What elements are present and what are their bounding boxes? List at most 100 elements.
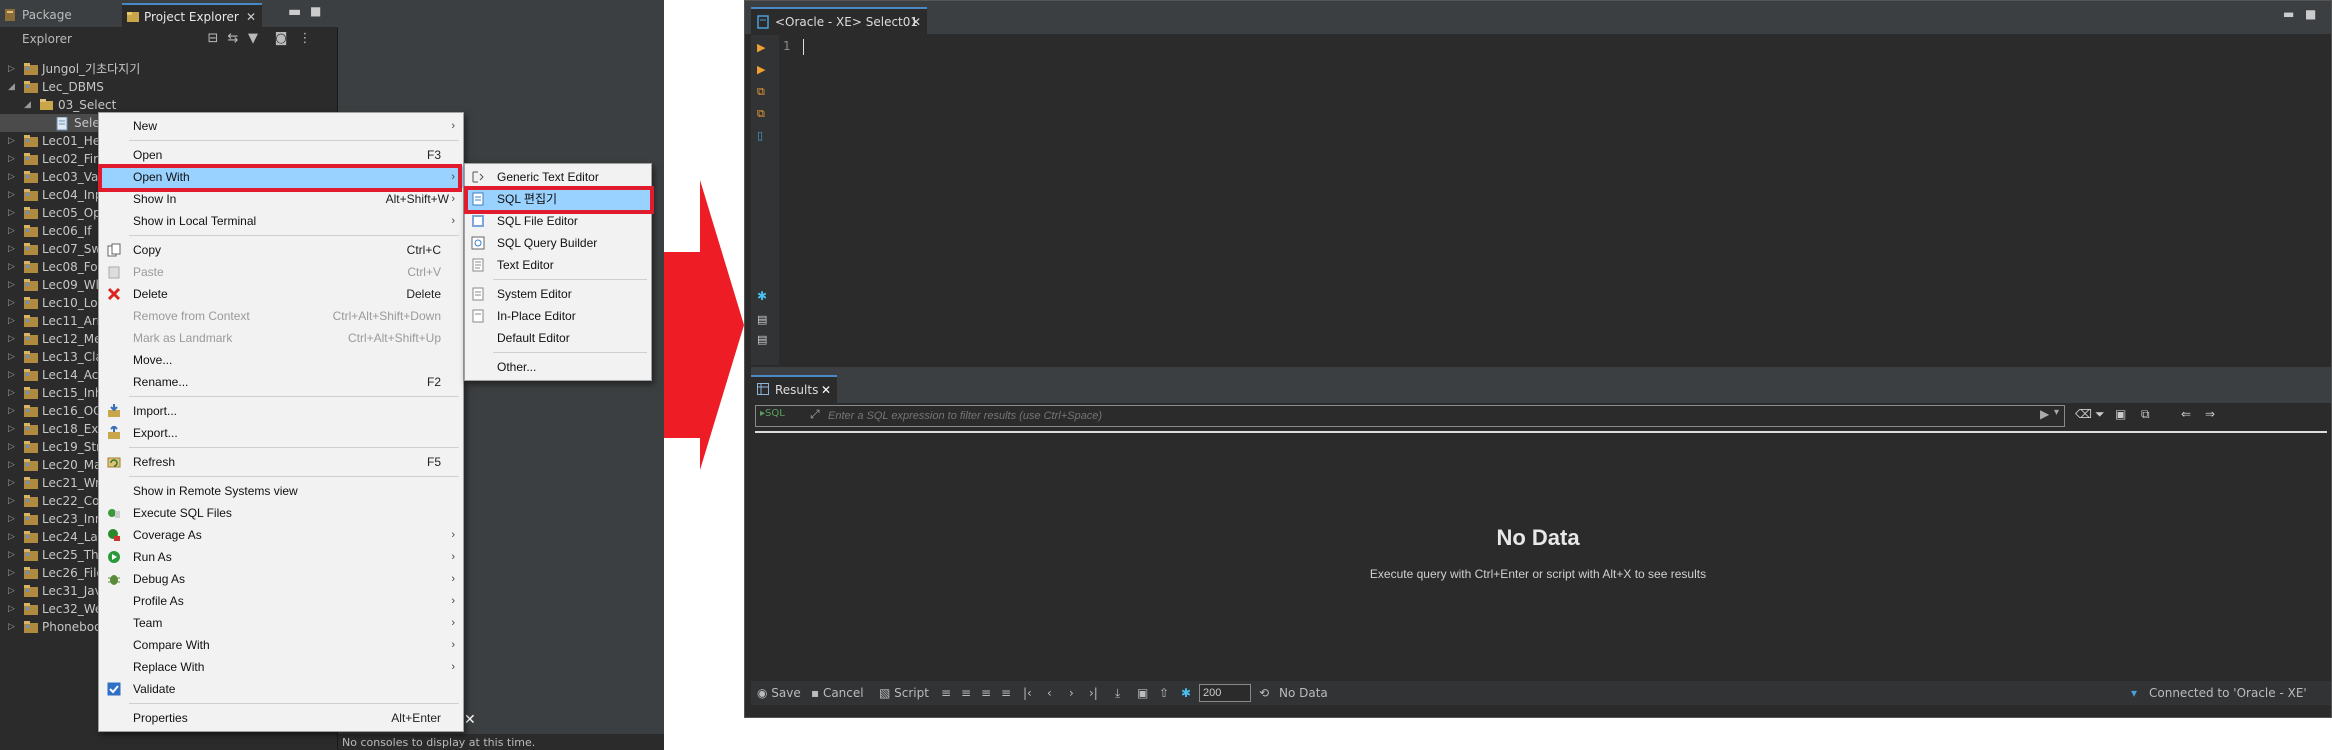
save-filter-icon[interactable]: ▣ xyxy=(2115,407,2126,421)
submenu-item-generic-0[interactable]: Generic Text Editor xyxy=(465,166,651,188)
collapsed-arrow-icon[interactable]: ▷ xyxy=(8,546,18,564)
collapsed-arrow-icon[interactable]: ▷ xyxy=(8,276,18,294)
menu-item-properties[interactable]: Properties Alt+Enter xyxy=(99,707,463,729)
collapsed-arrow-icon[interactable]: ▷ xyxy=(8,384,18,402)
submenu-item-text-4[interactable]: Text Editor xyxy=(465,254,651,276)
collapsed-arrow-icon[interactable]: ▷ xyxy=(8,312,18,330)
settings-icon[interactable]: ✱ xyxy=(1181,684,1191,702)
collapsed-arrow-icon[interactable]: ▷ xyxy=(8,60,18,78)
document-icon[interactable]: ▤ xyxy=(757,313,767,326)
collapsed-arrow-icon[interactable]: ▷ xyxy=(8,150,18,168)
collapsed-arrow-icon[interactable]: ▷ xyxy=(8,402,18,420)
submenu-item-builder-3[interactable]: SQL Query Builder xyxy=(465,232,651,254)
collapsed-arrow-icon[interactable]: ▷ xyxy=(8,420,18,438)
menu-item-delete[interactable]: Delete Delete xyxy=(99,283,463,305)
minimize-icon[interactable]: ▬ xyxy=(288,4,301,20)
tab-results[interactable]: Results ✕ xyxy=(751,375,837,403)
link-editor-icon[interactable]: ⇆ xyxy=(224,30,242,48)
close-icon[interactable]: ✕ xyxy=(464,712,476,728)
close-icon[interactable]: ✕ xyxy=(821,377,831,403)
minimize-icon[interactable]: ▬ xyxy=(2283,7,2294,21)
eraser-icon[interactable]: ⌫ xyxy=(2075,407,2092,421)
menu-item-team[interactable]: Team › xyxy=(99,612,463,634)
script-button[interactable]: ▧ Script xyxy=(879,684,929,702)
menu-item-export[interactable]: Export... xyxy=(99,422,463,444)
expanded-arrow-icon[interactable]: ◢ xyxy=(24,96,34,114)
settings-icon[interactable]: ✱ xyxy=(757,289,767,303)
menu-item-new[interactable]: New › xyxy=(99,115,463,137)
collapsed-arrow-icon[interactable]: ▷ xyxy=(8,600,18,618)
menu-item-open[interactable]: Open F3 xyxy=(99,144,463,166)
submenu-item-item-8[interactable]: Default Editor xyxy=(465,327,651,349)
tab-project-explorer[interactable]: Project Explorer ✕ xyxy=(122,3,262,27)
submenu-item-inplace-7[interactable]: In-Place Editor xyxy=(465,305,651,327)
fetch-size-input[interactable] xyxy=(1199,684,1251,702)
tree-item-project[interactable]: ◢ Lec_DBMS xyxy=(0,78,338,96)
copy-row-icon[interactable]: ≡ xyxy=(981,684,991,702)
filter-input[interactable] xyxy=(828,407,2028,425)
collapsed-arrow-icon[interactable]: ▷ xyxy=(8,222,18,240)
menu-item-coverage-as[interactable]: Coverage As › xyxy=(99,524,463,546)
menu-item-validate[interactable]: Validate xyxy=(99,678,463,700)
filter-icon[interactable]: ⏷ xyxy=(2095,407,2105,422)
menu-item-replace-with[interactable]: Replace With › xyxy=(99,656,463,678)
collapse-all-icon[interactable]: ⊟ xyxy=(204,30,222,48)
panels-icon[interactable]: ⧉ xyxy=(2141,407,2150,422)
collapsed-arrow-icon[interactable]: ▷ xyxy=(8,258,18,276)
edit-icon[interactable]: ≡ xyxy=(941,684,951,702)
cancel-button[interactable]: ▪ Cancel xyxy=(811,684,864,702)
collapsed-arrow-icon[interactable]: ▷ xyxy=(8,618,18,636)
menu-item-move[interactable]: Move... xyxy=(99,349,463,371)
menu-item-compare-with[interactable]: Compare With › xyxy=(99,634,463,656)
first-page-icon[interactable]: |‹ xyxy=(1023,684,1032,702)
menu-item-run-as[interactable]: Run As › xyxy=(99,546,463,568)
collapsed-arrow-icon[interactable]: ▷ xyxy=(8,168,18,186)
collapsed-arrow-icon[interactable]: ▷ xyxy=(8,348,18,366)
expanded-arrow-icon[interactable]: ◢ xyxy=(8,78,18,96)
collapsed-arrow-icon[interactable]: ▷ xyxy=(8,564,18,582)
last-page-icon[interactable]: ›| xyxy=(1089,684,1098,702)
maximize-icon[interactable]: ■ xyxy=(2305,7,2316,21)
filter-icon[interactable]: ▼ xyxy=(244,30,262,48)
view-menu-icon[interactable]: ⋮ xyxy=(296,30,314,48)
collapsed-arrow-icon[interactable]: ▷ xyxy=(8,474,18,492)
collapsed-arrow-icon[interactable]: ▷ xyxy=(8,438,18,456)
collapsed-arrow-icon[interactable]: ▷ xyxy=(8,204,18,222)
tab-select01[interactable]: <Oracle - XE> Select01 ✕ xyxy=(751,7,927,35)
menu-item-refresh[interactable]: Refresh F5 xyxy=(99,451,463,473)
collapsed-arrow-icon[interactable]: ▷ xyxy=(8,132,18,150)
menu-item-import[interactable]: Import... xyxy=(99,400,463,422)
explain-plan-icon[interactable]: ⧉ xyxy=(757,85,765,99)
apply-filter-icon[interactable]: ▶ xyxy=(2040,407,2049,421)
close-icon[interactable]: ✕ xyxy=(911,9,921,35)
menu-item-paste[interactable]: Paste Ctrl+V xyxy=(99,261,463,283)
add-row-icon[interactable]: ≡ xyxy=(961,684,971,702)
expand-icon[interactable]: ⤢ xyxy=(810,407,820,422)
collapsed-arrow-icon[interactable]: ▷ xyxy=(8,510,18,528)
menu-item-mark-as-landmark[interactable]: Mark as Landmark Ctrl+Alt+Shift+Up xyxy=(99,327,463,349)
collapsed-arrow-icon[interactable]: ▷ xyxy=(8,492,18,510)
execute-statement-icon[interactable]: ▶ xyxy=(757,41,765,54)
save-button[interactable]: ◉ Save xyxy=(757,684,801,702)
focus-icon[interactable]: ◙ xyxy=(272,30,290,48)
menu-item-debug-as[interactable]: Debug As › xyxy=(99,568,463,590)
tree-item-project[interactable]: ▷ Jungol_기초다지기 xyxy=(0,60,338,78)
sql-file-icon[interactable]: ▯ xyxy=(757,129,763,142)
collapsed-arrow-icon[interactable]: ▷ xyxy=(8,330,18,348)
menu-item-show-in-local-terminal[interactable]: Show in Local Terminal › xyxy=(99,210,463,232)
document-error-icon[interactable]: ▤ xyxy=(757,333,767,346)
menu-item-show-in-remote-systems-view[interactable]: Show in Remote Systems view xyxy=(99,480,463,502)
menu-item-copy[interactable]: Copy Ctrl+C xyxy=(99,239,463,261)
back-icon[interactable]: ⇐ xyxy=(2181,407,2191,421)
collapsed-arrow-icon[interactable]: ▷ xyxy=(8,240,18,258)
execute-script-icon[interactable]: ▶ xyxy=(757,63,765,76)
chevron-down-icon[interactable]: ▾ xyxy=(2054,407,2059,418)
refresh-icon[interactable]: ⟲ xyxy=(1259,684,1269,702)
delete-row-icon[interactable]: ≡ xyxy=(1001,684,1011,702)
next-icon[interactable]: › xyxy=(1069,684,1074,702)
collapsed-arrow-icon[interactable]: ▷ xyxy=(8,186,18,204)
collapsed-arrow-icon[interactable]: ▷ xyxy=(8,366,18,384)
tab-package-explorer[interactable]: Package Explorer xyxy=(0,3,120,46)
menu-item-profile-as[interactable]: Profile As › xyxy=(99,590,463,612)
collapsed-arrow-icon[interactable]: ▷ xyxy=(8,528,18,546)
